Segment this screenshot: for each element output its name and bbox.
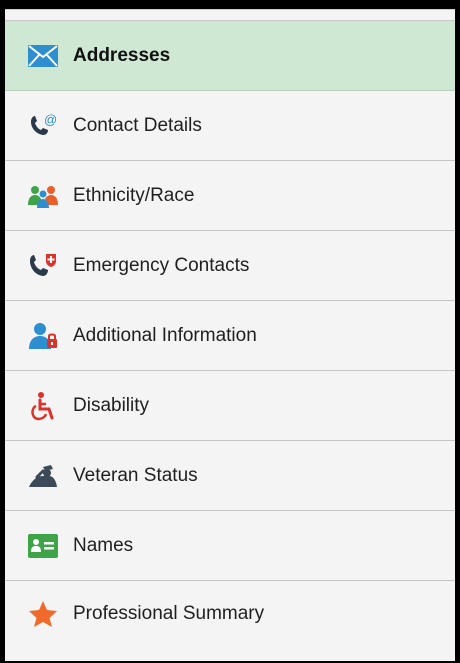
emergency-phone-icon [27, 251, 59, 281]
nav-item-addresses[interactable]: Addresses [5, 21, 455, 91]
id-card-icon [27, 531, 59, 561]
nav-item-additional-information[interactable]: Additional Information [5, 301, 455, 371]
phone-at-icon: @ [27, 111, 59, 141]
nav-item-label: Ethnicity/Race [73, 184, 195, 206]
nav-item-label: Disability [73, 394, 150, 416]
nav-item-veteran-status[interactable]: Veteran Status [5, 441, 455, 511]
nav-item-disability[interactable]: Disability [5, 371, 455, 441]
nav-item-label: Contact Details [73, 114, 202, 136]
nav-item-professional-summary[interactable]: Professional Summary [5, 581, 455, 646]
person-lock-icon [27, 321, 59, 351]
nav-item-label: Emergency Contacts [73, 254, 250, 276]
nav-item-label: Veteran Status [73, 464, 198, 486]
nav-item-contact-details[interactable]: @ Contact Details [5, 91, 455, 161]
nav-item-label: Addresses [73, 44, 171, 66]
svg-text:@: @ [44, 112, 57, 127]
personal-details-nav: Addresses @ Contact Details Ethnicity/Ra… [5, 9, 455, 661]
wheelchair-icon [27, 391, 59, 421]
nav-item-label: Additional Information [73, 324, 257, 346]
envelope-icon [27, 41, 59, 71]
nav-item-label: Names [73, 534, 134, 556]
nav-item-label: Professional Summary [73, 602, 265, 624]
veteran-icon [27, 461, 59, 491]
people-icon [27, 181, 59, 211]
nav-item-emergency-contacts[interactable]: Emergency Contacts [5, 231, 455, 301]
nav-item-ethnicity-race[interactable]: Ethnicity/Race [5, 161, 455, 231]
nav-item-names[interactable]: Names [5, 511, 455, 581]
nav-top-strip [5, 10, 455, 21]
star-icon [27, 599, 59, 629]
